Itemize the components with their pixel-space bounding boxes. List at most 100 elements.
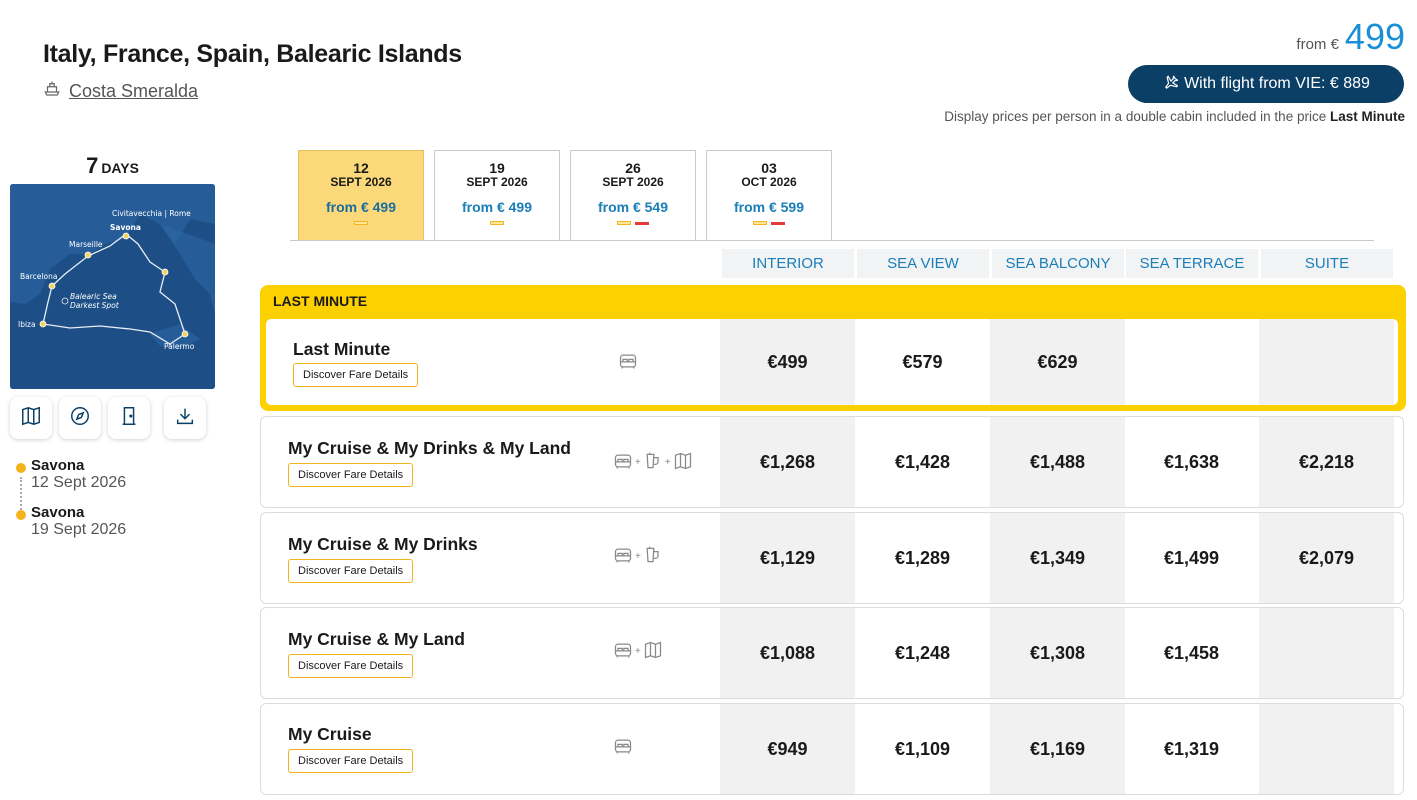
map-label-barcelona: Barcelona	[20, 272, 57, 281]
bed-icon	[613, 736, 633, 759]
price-cell-sea-balcony[interactable]: €629	[990, 319, 1125, 405]
fare-details-button[interactable]: Discover Fare Details	[293, 363, 419, 387]
departure-tabs: 12 SEPT 2026 from € 499 19 SEPT 2026 fro…	[298, 150, 832, 240]
departure-tab[interactable]: 19 SEPT 2026 from € 499	[434, 150, 560, 240]
fare-details-button[interactable]: Discover Fare Details	[288, 749, 414, 773]
price-cell-sea-terrace[interactable]: €1,319	[1124, 704, 1259, 794]
drinks-icon	[643, 545, 663, 568]
ship-name: Costa Smeralda	[69, 81, 199, 101]
plus-icon: +	[635, 646, 641, 657]
tab-day: 26	[625, 160, 641, 176]
price-cell-sea-terrace	[1124, 319, 1259, 405]
availability-marks	[707, 221, 831, 225]
fare-name: Last Minute	[293, 339, 391, 359]
fare-row: My Cruise & My Drinks & My Land Discover…	[260, 416, 1404, 508]
price-cell-interior[interactable]: €949	[720, 704, 855, 794]
cabin-header-suite: SUITE	[1261, 249, 1393, 278]
price-from: from € 499	[1296, 16, 1405, 58]
availability-mark	[771, 222, 785, 225]
tab-day: 19	[489, 160, 505, 176]
price-cell-sea-terrace[interactable]: €1,458	[1124, 608, 1259, 698]
tab-day: 03	[761, 160, 777, 176]
explore-button[interactable]	[59, 397, 101, 439]
availability-mark	[490, 221, 504, 225]
price-cell-interior[interactable]: €499	[720, 319, 855, 405]
price-cell-sea-balcony[interactable]: €1,349	[990, 513, 1125, 603]
tab-price: from € 599	[733, 199, 805, 215]
price-cell-sea-view[interactable]: €1,289	[855, 513, 990, 603]
fare-inclusions: +	[613, 640, 663, 663]
fare-inclusions: +	[613, 545, 663, 568]
plane-icon	[1162, 74, 1179, 95]
map-view-button[interactable]	[10, 397, 52, 439]
price-cell-sea-balcony[interactable]: €1,169	[990, 704, 1125, 794]
fare-row: My Cruise & My Drinks Discover Fare Deta…	[260, 512, 1404, 604]
days-label: DAYS	[101, 160, 139, 176]
plus-icon: +	[635, 457, 641, 468]
fare-inclusions	[613, 736, 633, 759]
tab-month: OCT 2026	[741, 175, 797, 189]
price-cell-sea-view[interactable]: €1,109	[855, 704, 990, 794]
ship-link[interactable]: Costa Smeralda	[43, 80, 198, 103]
fare-name: My Cruise & My Drinks	[288, 534, 478, 554]
cabin-button[interactable]	[108, 397, 150, 439]
price-cell-sea-view[interactable]: €1,428	[855, 417, 990, 507]
fare-row: Last Minute Discover Fare Details €499 €…	[266, 319, 1398, 405]
price-cell-interior[interactable]: €1,129	[720, 513, 855, 603]
price-cell-suite	[1259, 704, 1394, 794]
stop-date: 19 Sept 2026	[31, 521, 127, 538]
tab-price: from € 549	[597, 199, 669, 215]
tabs-divider	[290, 240, 1374, 241]
price-cell-sea-terrace[interactable]: €1,638	[1124, 417, 1259, 507]
fare-inclusions: + +	[613, 451, 693, 474]
tab-price: from € 499	[325, 199, 397, 215]
map-label-savona: Savona	[110, 223, 141, 232]
map-label-civitavecchia: Civitavecchia | Rome	[112, 209, 191, 218]
days-number: 7	[86, 153, 99, 178]
disclaimer-text: Display prices per person in a double ca…	[944, 109, 1327, 124]
price-cell-interior[interactable]: €1,268	[720, 417, 855, 507]
map-icon	[20, 405, 42, 432]
price-cell-sea-balcony[interactable]: €1,308	[990, 608, 1125, 698]
fare-details-button[interactable]: Discover Fare Details	[288, 559, 414, 583]
fare-inclusions	[618, 351, 638, 374]
stop-port: Savona	[31, 457, 85, 474]
plus-icon: +	[635, 551, 641, 562]
flight-button[interactable]: With flight from VIE: € 889	[1128, 65, 1404, 103]
availability-mark	[753, 221, 767, 225]
download-button[interactable]	[164, 397, 206, 439]
bed-icon	[618, 351, 638, 374]
last-minute-label: LAST MINUTE	[273, 293, 368, 309]
departure-tab[interactable]: 03 OCT 2026 from € 599	[706, 150, 832, 240]
itinerary-list: Savona 12 Sept 2026 Savona 19 Sept 2026	[14, 457, 234, 551]
stop-dot	[16, 463, 26, 473]
fare-details-button[interactable]: Discover Fare Details	[288, 654, 414, 678]
price-cell-interior[interactable]: €1,088	[720, 608, 855, 698]
departure-tab[interactable]: 12 SEPT 2026 from € 499	[298, 150, 424, 240]
price-cell-suite[interactable]: €2,079	[1259, 513, 1394, 603]
download-icon	[174, 405, 196, 432]
bed-icon	[613, 545, 633, 568]
availability-marks	[299, 221, 423, 225]
fare-details-button[interactable]: Discover Fare Details	[288, 463, 414, 487]
map-label-balearic: Balearic Sea	[70, 292, 117, 301]
price-cell-suite[interactable]: €2,218	[1259, 417, 1394, 507]
fare-row: My Cruise Discover Fare Details €949 €1,…	[260, 703, 1404, 795]
price-from-label: from €	[1296, 36, 1339, 53]
availability-mark	[617, 221, 631, 225]
fare-name: My Cruise	[288, 724, 372, 744]
price-disclaimer: Display prices per person in a double ca…	[944, 109, 1405, 124]
itinerary-map[interactable]: Civitavecchia | Rome Savona Marseille Ba…	[10, 184, 215, 389]
availability-marks	[435, 221, 559, 225]
cabin-header-sea-view: SEA VIEW	[857, 249, 989, 278]
cabin-header-sea-balcony: SEA BALCONY	[992, 249, 1124, 278]
price-cell-sea-terrace[interactable]: €1,499	[1124, 513, 1259, 603]
departure-tab[interactable]: 26 SEPT 2026 from € 549	[570, 150, 696, 240]
price-from-value: 499	[1344, 16, 1405, 57]
tab-day: 12	[353, 160, 369, 176]
price-cell-sea-balcony[interactable]: €1,488	[990, 417, 1125, 507]
map-label-ibiza: Ibiza	[18, 320, 36, 329]
price-cell-sea-view[interactable]: €1,248	[855, 608, 990, 698]
stop-port: Savona	[31, 504, 85, 521]
price-cell-sea-view[interactable]: €579	[855, 319, 990, 405]
